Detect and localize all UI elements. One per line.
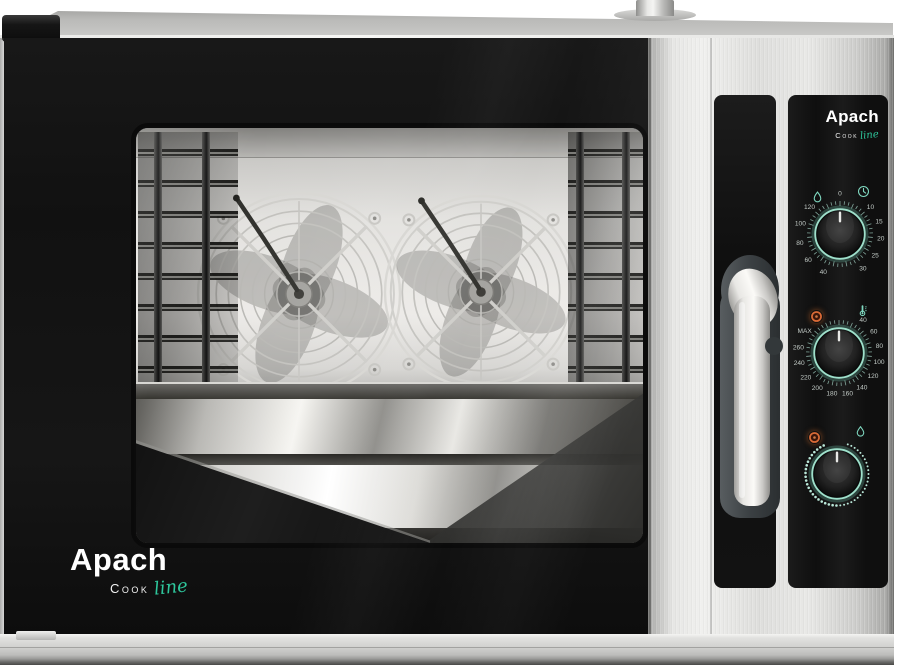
svg-text:MAX: MAX bbox=[797, 328, 812, 335]
svg-text:40: 40 bbox=[859, 317, 867, 324]
brand-name: Apach bbox=[70, 544, 188, 575]
svg-text:10: 10 bbox=[867, 204, 875, 211]
thermometer-icon bbox=[856, 304, 869, 317]
door-glass-window bbox=[134, 126, 645, 545]
svg-text:220: 220 bbox=[800, 374, 811, 381]
steam-icon bbox=[854, 425, 867, 438]
svg-text:30: 30 bbox=[859, 265, 867, 272]
svg-text:100: 100 bbox=[795, 221, 806, 228]
svg-text:40: 40 bbox=[820, 269, 828, 276]
door-foot-bracket bbox=[16, 631, 56, 640]
brand-name: Apach bbox=[826, 108, 879, 125]
brand-logo-door: Apach Cook line bbox=[70, 544, 188, 598]
tray-back-edge bbox=[136, 382, 643, 399]
base-groove bbox=[0, 647, 894, 648]
flame-icon bbox=[811, 191, 824, 204]
svg-text:25: 25 bbox=[871, 252, 879, 259]
svg-text:60: 60 bbox=[804, 257, 812, 264]
svg-text:100: 100 bbox=[874, 359, 885, 366]
svg-text:180: 180 bbox=[826, 391, 837, 398]
column-seam bbox=[648, 38, 651, 634]
brand-line: line bbox=[153, 575, 189, 599]
chimney-vent bbox=[636, 0, 674, 16]
brand-cook: Cook bbox=[835, 131, 858, 140]
brand-line: line bbox=[860, 129, 880, 142]
right-side-column: Apach Cookline 01015202530406080100120 4… bbox=[648, 38, 894, 634]
brand-logo-panel: Apach Cookline bbox=[826, 108, 879, 143]
svg-text:60: 60 bbox=[870, 329, 878, 336]
timer-knob[interactable]: 0 10 15 20 25 30 40 60 80 100 120 bbox=[780, 174, 900, 294]
svg-text:20: 20 bbox=[877, 236, 885, 243]
brand-cook: Cook bbox=[110, 581, 149, 596]
svg-text:120: 120 bbox=[804, 204, 815, 211]
lamp-orange-icon bbox=[808, 431, 821, 444]
knobs-area: 01015202530406080100120 4060801001201401… bbox=[788, 95, 888, 588]
base-plinth bbox=[0, 634, 894, 665]
door-handle[interactable] bbox=[700, 238, 796, 530]
temperature-knob[interactable]: 406080100120140160180200220240260MAX bbox=[779, 293, 899, 413]
convection-oven-product-photo: Apach Cookline bbox=[0, 0, 900, 665]
clock-icon bbox=[857, 185, 870, 198]
lamp-orange-icon bbox=[810, 310, 823, 323]
svg-text:120: 120 bbox=[867, 373, 878, 380]
oven-door[interactable]: Apach Cook line bbox=[4, 38, 648, 634]
svg-text:80: 80 bbox=[876, 343, 884, 350]
svg-text:0: 0 bbox=[838, 190, 842, 197]
control-panel: Apach Cookline 01015202530406080100120 4… bbox=[788, 95, 888, 588]
svg-text:160: 160 bbox=[842, 390, 853, 397]
svg-text:200: 200 bbox=[812, 385, 823, 392]
svg-text:140: 140 bbox=[856, 384, 867, 391]
svg-text:80: 80 bbox=[796, 240, 804, 247]
svg-text:15: 15 bbox=[875, 219, 883, 226]
